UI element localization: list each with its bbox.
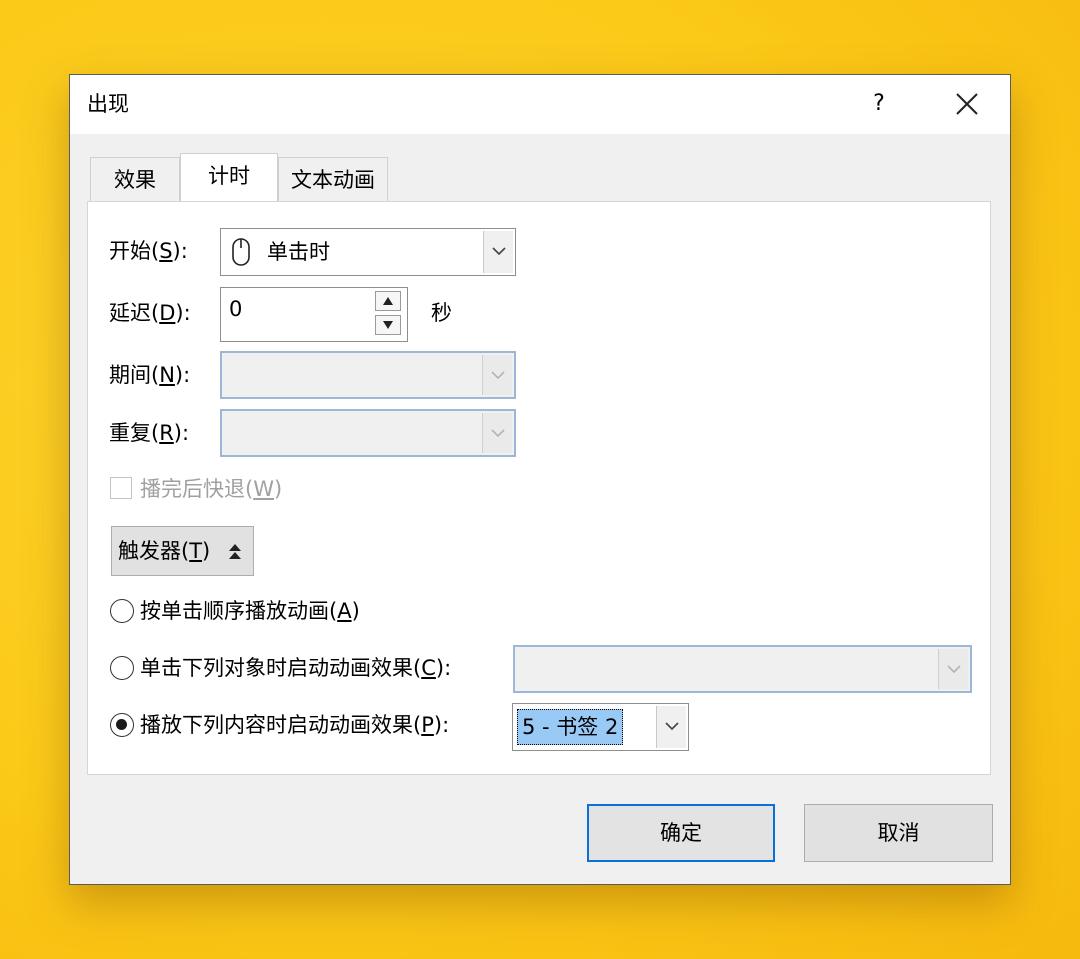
click-object-select[interactable] <box>513 645 972 693</box>
bookmark-select[interactable]: 5 - 书签 2 <box>512 703 689 751</box>
option-on-click-object-label: 单击下列对象时启动动画效果(C): <box>140 656 452 680</box>
dialog-title: 出现 <box>87 92 129 116</box>
chevron-down-icon <box>947 665 961 674</box>
tab-timing[interactable]: 计时 <box>180 153 278 201</box>
duration-select[interactable] <box>220 351 516 399</box>
close-button[interactable] <box>948 85 986 123</box>
start-label: 开始(S): <box>109 239 188 263</box>
cancel-button[interactable]: 取消 <box>804 804 993 862</box>
bookmark-value: 5 - 书签 2 <box>517 709 624 745</box>
delay-label: 延迟(D): <box>109 301 191 325</box>
triggers-button[interactable]: 触发器(T) <box>111 526 254 576</box>
duration-label: 期间(N): <box>109 363 191 387</box>
tab-effect[interactable]: 效果 <box>90 157 180 201</box>
delay-spinner[interactable]: 0 <box>220 287 408 342</box>
collapse-up-icon <box>229 544 241 559</box>
help-button[interactable]: ? <box>867 87 891 121</box>
delay-decrement-button[interactable] <box>375 315 401 335</box>
option-on-bookmark-label: 播放下列内容时启动动画效果(P): <box>140 713 450 737</box>
start-select[interactable]: 单击时 <box>220 228 516 276</box>
close-icon <box>956 93 978 115</box>
repeat-select[interactable] <box>220 409 516 457</box>
chevron-down-icon <box>491 371 505 380</box>
radio-on-click-object[interactable] <box>110 656 134 680</box>
mouse-icon <box>232 238 250 266</box>
timing-panel: 开始(S): 单击时 延迟(D): 0 秒 期间(N): 重复(R): 播完后快… <box>87 201 991 775</box>
chevron-down-icon <box>492 247 506 256</box>
tab-text-animation[interactable]: 文本动画 <box>278 157 388 201</box>
start-value: 单击时 <box>267 240 330 264</box>
radio-on-bookmark[interactable] <box>110 713 134 737</box>
bookmark-dropdown-button[interactable] <box>656 706 686 748</box>
duration-dropdown-button[interactable] <box>482 355 512 395</box>
rewind-label: 播完后快退(W) <box>140 477 283 501</box>
delay-increment-button[interactable] <box>375 291 401 311</box>
animation-dialog: 出现 ? 效果 计时 文本动画 开始(S): 单击时 延迟(D): 0 秒 期间… <box>69 74 1011 885</box>
chevron-down-icon <box>491 429 505 438</box>
delay-unit: 秒 <box>431 301 452 325</box>
radio-selected-dot <box>116 719 127 730</box>
chevron-down-icon <box>665 722 679 731</box>
radio-click-sequence[interactable] <box>110 599 134 623</box>
triangle-up-icon <box>383 297 393 305</box>
delay-value: 0 <box>229 297 243 321</box>
click-object-dropdown-button[interactable] <box>938 649 968 689</box>
triangle-down-icon <box>383 321 393 329</box>
ok-button[interactable]: 确定 <box>587 804 775 862</box>
repeat-dropdown-button[interactable] <box>482 413 512 453</box>
rewind-checkbox[interactable] <box>110 477 132 499</box>
option-click-sequence-label: 按单击顺序播放动画(A) <box>140 599 360 623</box>
repeat-label: 重复(R): <box>109 421 190 445</box>
title-bar: 出现 ? <box>70 75 1010 134</box>
start-dropdown-button[interactable] <box>483 231 513 273</box>
